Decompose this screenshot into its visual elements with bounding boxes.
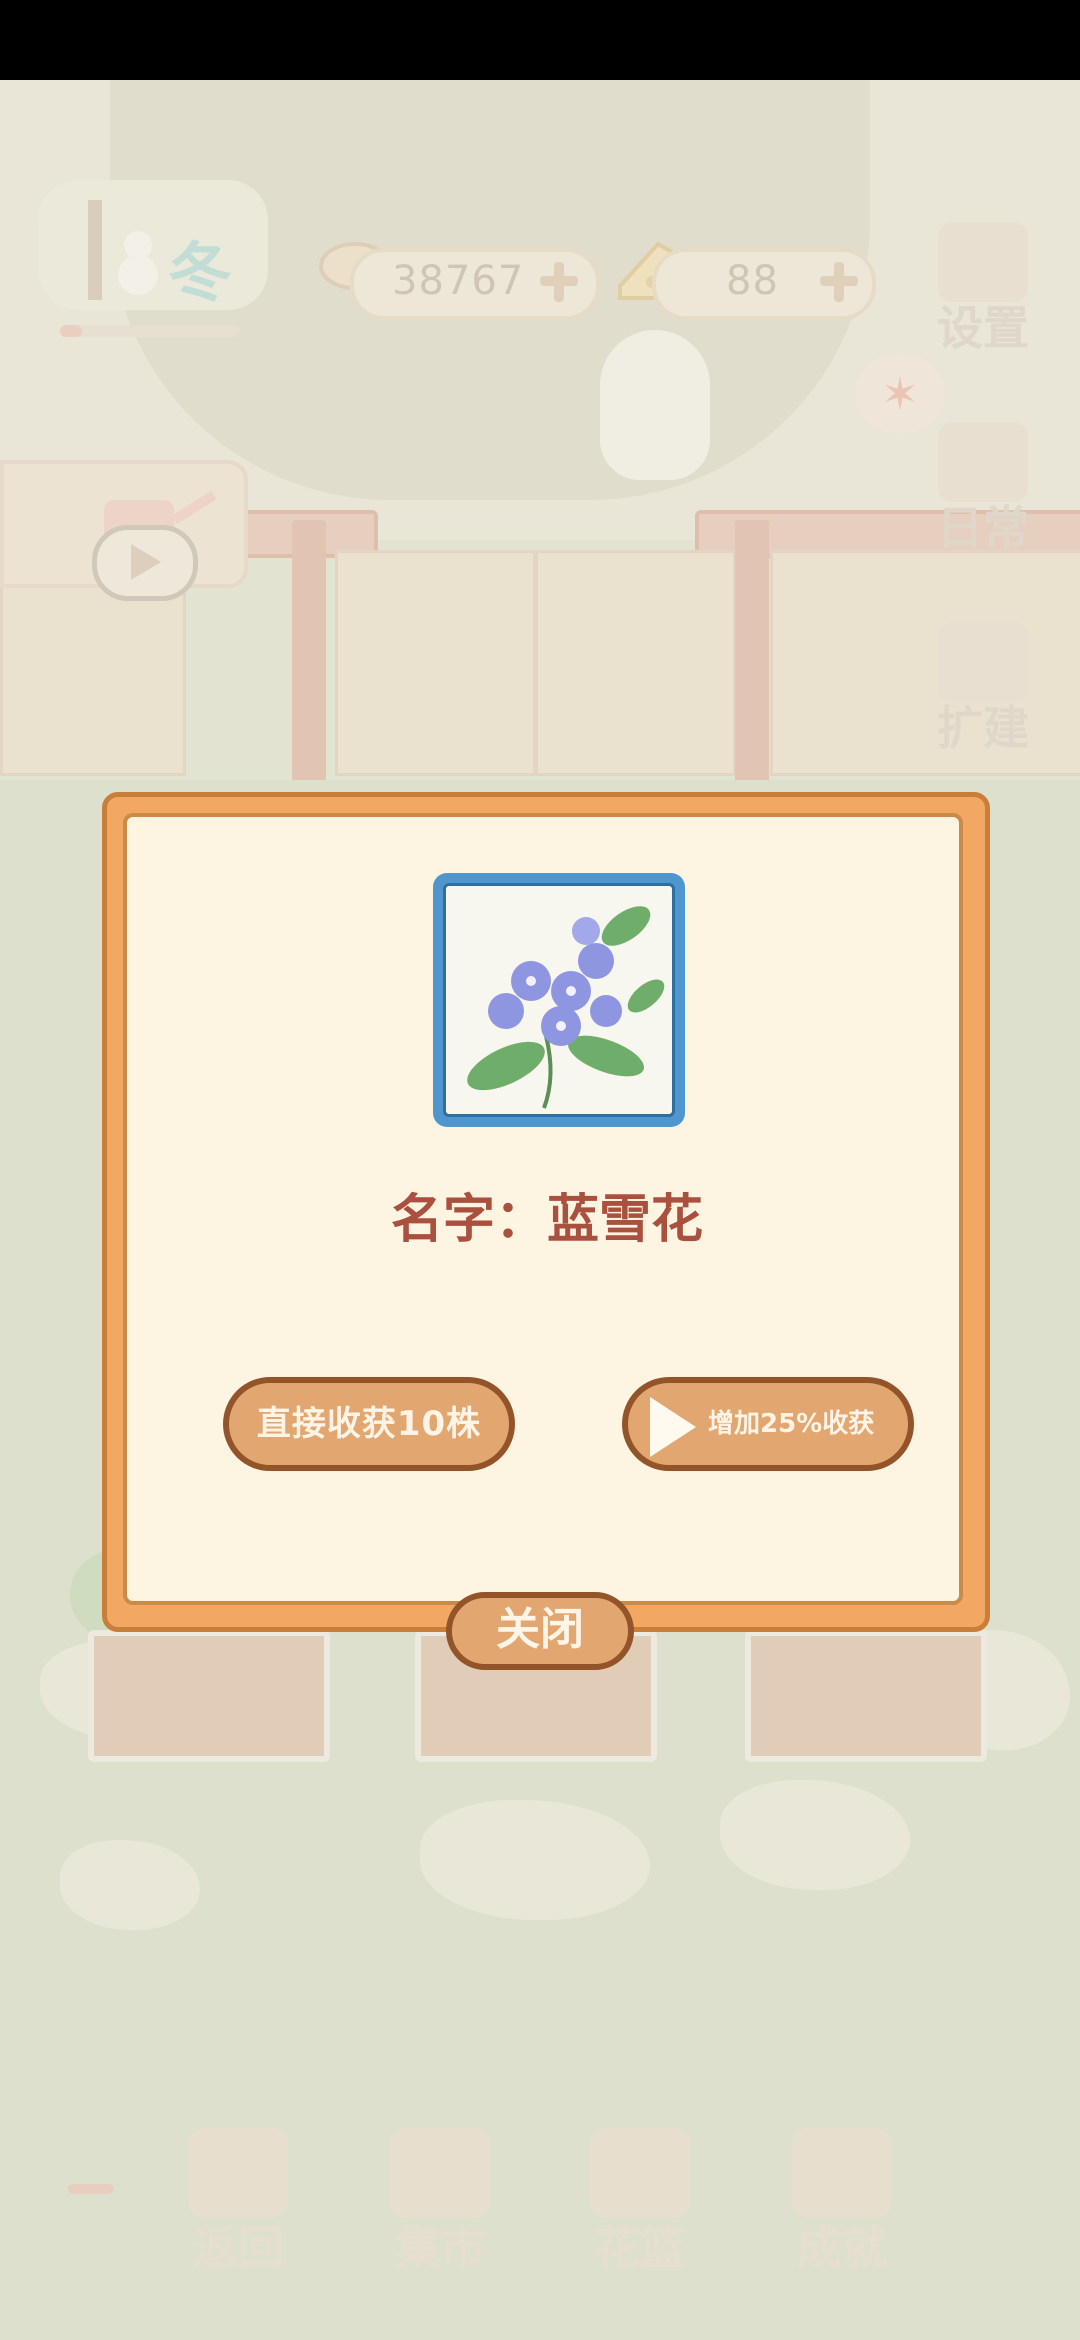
- dialog-panel: 名字：蓝雪花 直接收获10株 增加25%收获: [123, 813, 963, 1605]
- boost-harvest-button[interactable]: 增加25%收获: [622, 1377, 914, 1471]
- close-button[interactable]: 关闭: [446, 1592, 634, 1670]
- blue-plumbago-flower-icon: [443, 883, 675, 1117]
- direct-harvest-button[interactable]: 直接收获10株: [223, 1377, 515, 1471]
- harvest-dialog: 名字：蓝雪花 直接收获10株 增加25%收获: [102, 792, 990, 1632]
- status-bar: [0, 0, 1080, 80]
- boost-harvest-label: 增加25%收获: [708, 1409, 875, 1439]
- flower-name-title: 名字：蓝雪花: [390, 1190, 703, 1250]
- flower-image-frame: [433, 873, 685, 1127]
- play-video-icon: [650, 1397, 696, 1457]
